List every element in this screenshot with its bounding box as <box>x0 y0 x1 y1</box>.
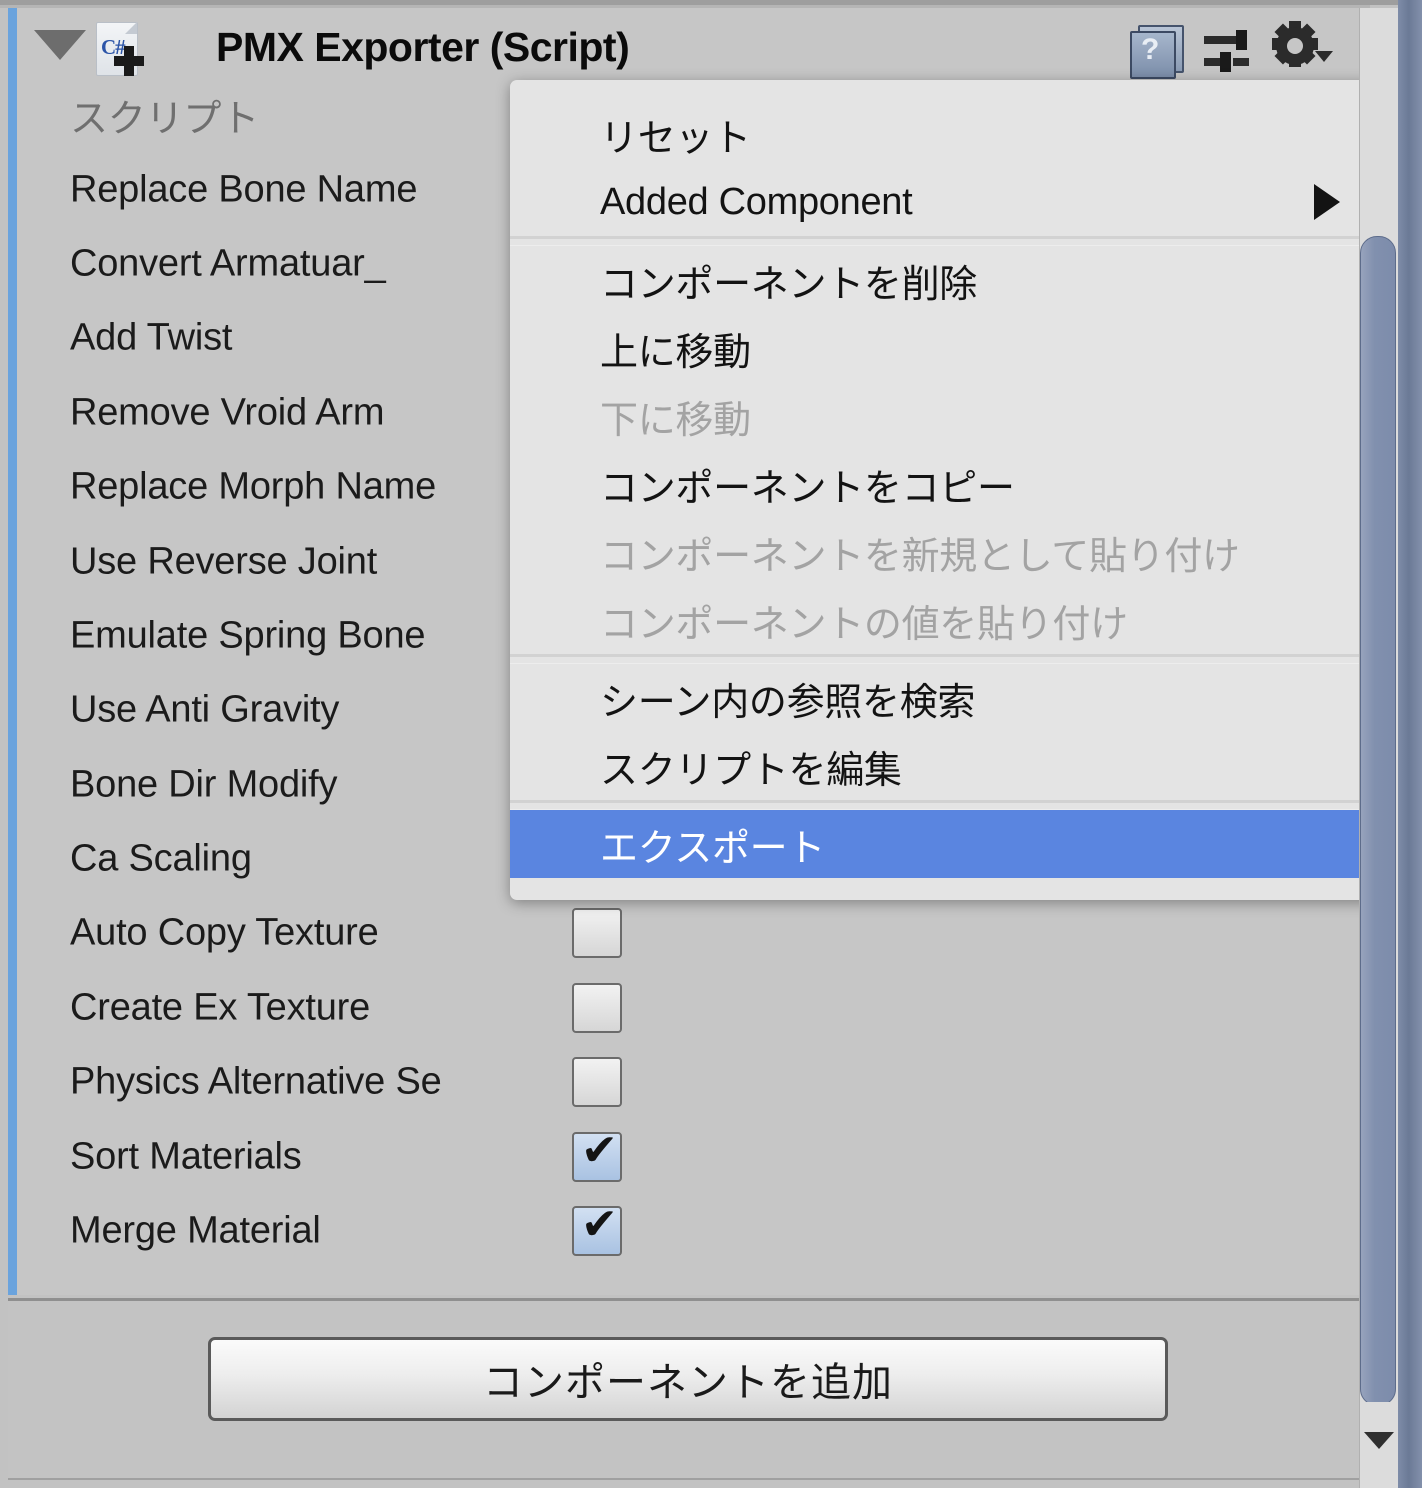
property-label: Use Reverse Joint <box>70 540 378 583</box>
script-plus-vertical <box>124 46 134 76</box>
preset-bar-bottom-right <box>1233 58 1249 66</box>
menu-bottom-padding <box>510 878 1398 900</box>
property-label: Physics Alternative Se <box>70 1060 442 1103</box>
property-label: Replace Bone Name <box>70 168 418 211</box>
cs-script-icon: C# <box>92 20 148 78</box>
gear-icon[interactable] <box>1272 21 1334 77</box>
checkmark-icon: ✔ <box>581 1200 618 1250</box>
property-label: Bone Dir Modify <box>70 763 338 806</box>
component-title: PMX Exporter (Script) <box>216 24 630 70</box>
context-menu-item[interactable]: コンポーネントを削除 <box>510 246 1398 314</box>
property-label: Emulate Spring Bone <box>70 614 426 657</box>
context-menu-item[interactable]: Added Component <box>510 168 1398 236</box>
context-menu-item: コンポーネントを新規として貼り付け <box>600 535 1240 578</box>
property-checkbox[interactable] <box>572 1057 622 1108</box>
preset-bar-bottom-left <box>1204 58 1220 66</box>
property-row: Auto Copy Texture <box>20 896 1356 970</box>
add-component-button[interactable]: コンポーネントを追加 <box>208 1337 1168 1421</box>
checkmark-icon: ✔ <box>581 1125 618 1175</box>
scroll-down-button[interactable] <box>1360 1402 1398 1486</box>
script-page-fold <box>125 22 137 34</box>
context-menu-item[interactable]: リセット <box>510 100 1398 168</box>
header-icon-group: ? <box>1128 21 1334 79</box>
gear-hole <box>1287 38 1303 54</box>
menu-separator <box>510 800 1398 810</box>
add-component-panel: コンポーネントを追加 <box>8 1298 1360 1480</box>
property-label: スクリプト <box>70 98 260 141</box>
menu-top-padding <box>510 80 1398 100</box>
vertical-scrollbar-thumb[interactable] <box>1360 236 1396 1406</box>
script-cs-label: C# <box>101 35 126 59</box>
chevron-down-icon <box>1364 1432 1394 1449</box>
property-label: Add Twist <box>70 316 233 359</box>
property-label: Ca Scaling <box>70 837 252 880</box>
context-menu-item[interactable]: スクリプトを編集 <box>510 732 1398 800</box>
preset-knob-top <box>1236 30 1247 50</box>
menu-separator <box>510 654 1398 664</box>
property-label: Remove Vroid Arm <box>70 391 385 434</box>
foldout-triangle-icon[interactable] <box>34 30 86 60</box>
property-label: Sort Materials <box>70 1135 302 1178</box>
window-right-edge <box>1398 0 1422 1488</box>
property-row: Create Ex Texture <box>20 971 1356 1045</box>
chevron-down-icon <box>1315 51 1333 62</box>
help-question-mark: ? <box>1141 33 1160 66</box>
property-label: Merge Material <box>70 1209 321 1252</box>
component-header[interactable]: C# PMX Exporter (Script) ? <box>20 10 1356 79</box>
prefab-override-stripe <box>8 8 17 1295</box>
help-icon[interactable]: ? <box>1128 22 1184 79</box>
context-menu-item[interactable]: コンポーネントをコピー <box>510 450 1398 518</box>
property-row: Physics Alternative Se <box>20 1045 1356 1119</box>
preset-icon[interactable] <box>1202 24 1256 76</box>
property-checkbox[interactable]: ✔ <box>572 1200 622 1257</box>
context-menu-item[interactable]: エクスポート <box>510 810 1398 878</box>
preset-knob-bottom <box>1220 52 1231 72</box>
preset-bar-top <box>1204 36 1238 44</box>
context-menu-item[interactable]: 上に移動 <box>510 314 1398 382</box>
property-checkbox[interactable] <box>572 908 622 959</box>
context-menu-item[interactable]: シーン内の参照を検索 <box>510 664 1398 732</box>
property-label: Replace Morph Name <box>70 465 437 508</box>
menu-separator <box>510 236 1398 246</box>
property-label: Use Anti Gravity <box>70 688 340 731</box>
inspector-window: C# PMX Exporter (Script) ? スクリプト Replace… <box>0 0 1422 1488</box>
property-label: Auto Copy Texture <box>70 911 379 954</box>
property-checkbox[interactable]: ✔ <box>572 1125 622 1182</box>
context-menu-item: コンポーネントの値を貼り付け <box>600 603 1128 646</box>
property-row: Merge Material ✔ <box>20 1194 1356 1268</box>
property-row: Sort Materials ✔ <box>20 1119 1356 1193</box>
property-label: Convert Armatuar_ <box>70 242 386 285</box>
context-menu-item: 下に移動 <box>600 399 751 442</box>
property-label: Create Ex Texture <box>70 986 371 1029</box>
component-context-menu[interactable]: リセット Added Component コンポーネントを削除 上に移動下に移動コンポ… <box>510 80 1398 900</box>
submenu-arrow-icon <box>1314 184 1340 220</box>
property-checkbox[interactable] <box>572 982 622 1033</box>
